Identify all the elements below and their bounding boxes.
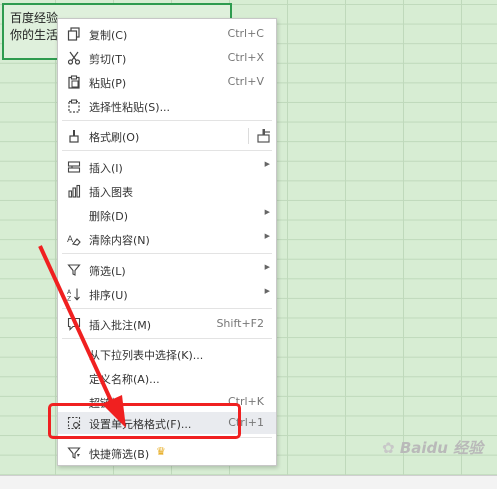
paw-logo-icon: ✿	[382, 439, 395, 457]
watermark: ✿ Baidu 经验	[382, 437, 494, 467]
arrow-shaft	[38, 245, 120, 417]
highlight-box	[48, 403, 241, 439]
watermark-text: Baidu 经验	[399, 439, 484, 457]
